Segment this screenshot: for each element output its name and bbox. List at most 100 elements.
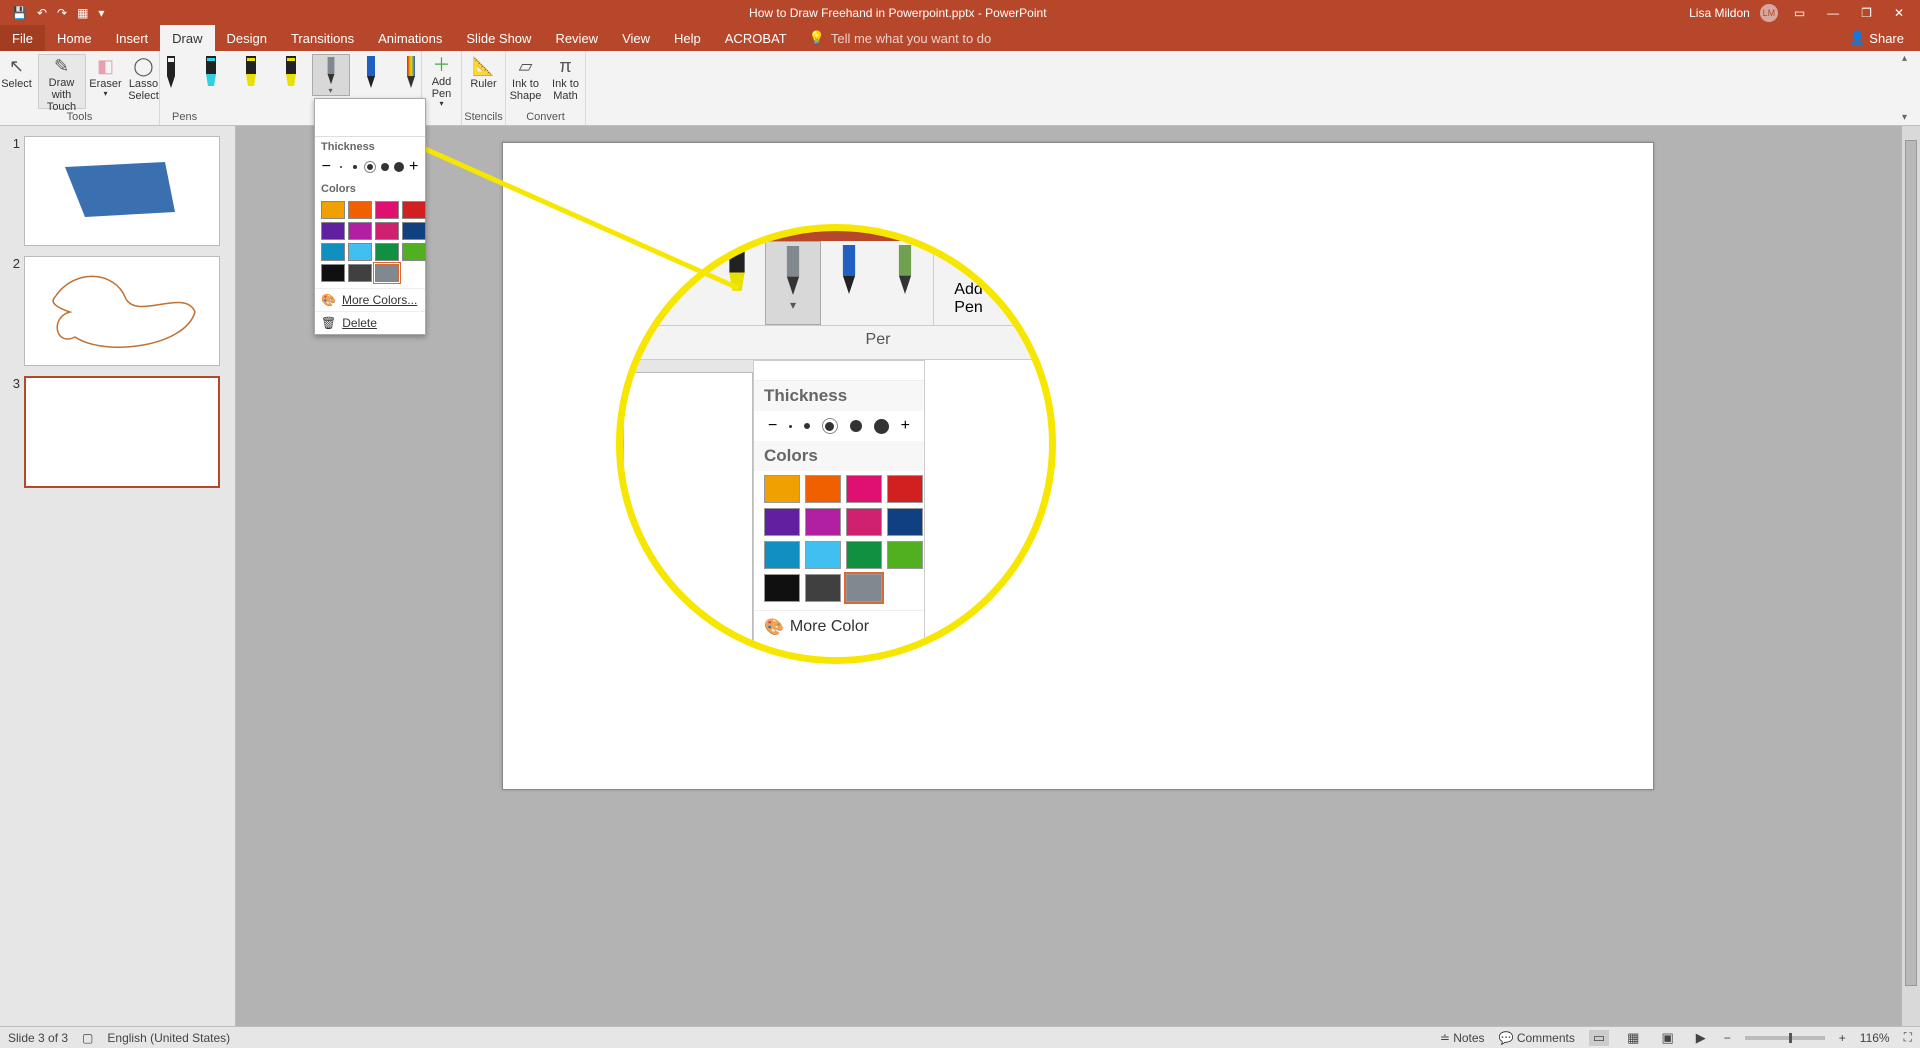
redo-icon[interactable]: ↷: [55, 4, 69, 22]
thickness-1[interactable]: [335, 161, 347, 173]
zoom-level[interactable]: 116%: [1860, 1031, 1890, 1045]
color-swatch[interactable]: [402, 201, 426, 219]
tab-home[interactable]: Home: [45, 25, 104, 51]
thumb-number: 3: [6, 376, 24, 488]
color-swatch[interactable]: [402, 243, 426, 261]
normal-view-icon[interactable]: ▭: [1589, 1030, 1609, 1046]
color-swatch[interactable]: [375, 222, 399, 240]
add-pen-label: Add Pen: [424, 76, 460, 100]
color-swatch[interactable]: [375, 243, 399, 261]
ribbon-collapse-down-icon[interactable]: ▾: [1902, 112, 1918, 123]
thickness-minus[interactable]: −: [320, 161, 332, 173]
color-swatch[interactable]: [402, 222, 426, 240]
color-swatch[interactable]: [348, 222, 372, 240]
color-swatch[interactable]: [348, 243, 372, 261]
eraser-button[interactable]: ◧ Eraser ▾: [88, 54, 124, 109]
ink-to-math-button[interactable]: π Ink to Math: [547, 54, 585, 109]
draw-with-touch-button[interactable]: ✎ Draw with Touch: [38, 54, 86, 109]
ribbon-collapse-up-icon[interactable]: ▴: [1902, 53, 1918, 64]
ink-math-icon: π: [559, 56, 571, 78]
ink-to-shape-button[interactable]: ▱ Ink to Shape: [507, 54, 545, 109]
highlighter-yellow-2[interactable]: [272, 54, 310, 96]
share-icon: 👤: [1849, 30, 1865, 46]
tab-insert[interactable]: Insert: [104, 25, 161, 51]
zoom-out-icon[interactable]: −: [1724, 1031, 1731, 1045]
mag-color-swatch: [887, 475, 923, 503]
tab-file[interactable]: File: [0, 25, 45, 51]
tab-slideshow[interactable]: Slide Show: [454, 25, 543, 51]
thickness-plus[interactable]: +: [408, 161, 420, 173]
mag-more-colors: More Color: [790, 618, 869, 636]
highlighter-yellow[interactable]: [232, 54, 270, 96]
share-button[interactable]: 👤 Share: [1849, 30, 1920, 46]
thickness-5[interactable]: [393, 161, 405, 173]
thickness-2[interactable]: [349, 161, 361, 173]
zoom-in-icon[interactable]: +: [1839, 1031, 1846, 1045]
ruler-icon: 📐: [472, 56, 494, 78]
tab-acrobat[interactable]: ACROBAT: [713, 25, 799, 51]
select-button[interactable]: ↖ Select: [0, 54, 36, 109]
notes-button[interactable]: ≐ Notes: [1440, 1031, 1485, 1045]
user-name[interactable]: Lisa Mildon: [1689, 6, 1750, 20]
color-swatch[interactable]: [375, 264, 399, 282]
minimize-icon[interactable]: —: [1821, 6, 1845, 20]
slide-thumb-2[interactable]: [24, 256, 220, 366]
slide-counter[interactable]: Slide 3 of 3: [8, 1031, 68, 1045]
tab-help[interactable]: Help: [662, 25, 713, 51]
tab-animations[interactable]: Animations: [366, 25, 454, 51]
user-avatar[interactable]: LM: [1760, 4, 1778, 22]
document-title: How to Draw Freehand in Powerpoint.pptx …: [106, 6, 1689, 20]
add-pen-button[interactable]: ＋ Add Pen ▾: [424, 54, 460, 109]
ribbon-display-icon[interactable]: ▭: [1788, 6, 1811, 20]
tab-transitions[interactable]: Transitions: [279, 25, 366, 51]
slide-thumbnail-panel[interactable]: 1 2 3: [0, 126, 236, 1026]
slide-thumb-1[interactable]: [24, 136, 220, 246]
color-swatch[interactable]: [321, 222, 345, 240]
pen-blue[interactable]: [352, 54, 390, 96]
comments-button[interactable]: 💬 Comments: [1499, 1031, 1575, 1045]
pen-grey[interactable]: ▾: [312, 54, 350, 96]
delete-pen-button[interactable]: 🗑 Delete: [315, 311, 425, 334]
highlighter-cyan[interactable]: [192, 54, 230, 96]
language-indicator[interactable]: English (United States): [107, 1031, 230, 1045]
pen-black[interactable]: [152, 54, 190, 96]
sorter-view-icon[interactable]: ▦: [1623, 1030, 1643, 1046]
tab-design[interactable]: Design: [215, 25, 279, 51]
close-icon[interactable]: ✕: [1888, 6, 1910, 20]
undo-icon[interactable]: ↶: [35, 4, 49, 22]
color-swatch[interactable]: [375, 201, 399, 219]
color-swatch[interactable]: [321, 243, 345, 261]
ruler-button[interactable]: 📐 Ruler: [464, 54, 504, 109]
qat-more-icon[interactable]: ▾: [96, 4, 106, 22]
mag-color-swatch: [764, 574, 800, 602]
tab-review[interactable]: Review: [543, 25, 610, 51]
thickness-3-selected[interactable]: [364, 161, 376, 173]
color-swatch[interactable]: [348, 201, 372, 219]
more-colors-button[interactable]: 🎨 More Colors...: [315, 288, 425, 311]
present-from-start-icon[interactable]: ▦: [75, 4, 90, 22]
tell-me-search[interactable]: 💡 Tell me what you want to do: [809, 30, 992, 46]
tab-view[interactable]: View: [610, 25, 662, 51]
popup-pen-preview: [315, 99, 425, 137]
mag-pen-grey: ▾: [765, 241, 821, 325]
slide-thumb-3[interactable]: [24, 376, 220, 488]
color-swatch[interactable]: [321, 201, 345, 219]
select-label: Select: [1, 78, 32, 90]
slideshow-view-icon[interactable]: ▶: [1692, 1030, 1710, 1046]
reading-view-icon[interactable]: ▣: [1657, 1030, 1677, 1046]
save-icon[interactable]: 💾: [10, 4, 29, 22]
chevron-down-icon[interactable]: ▾: [328, 86, 332, 95]
mag-color-swatch: [805, 475, 841, 503]
fit-to-window-icon[interactable]: ⛶: [1904, 1030, 1912, 1045]
restore-icon[interactable]: ❐: [1855, 6, 1878, 20]
ruler-label: Ruler: [470, 78, 496, 90]
eraser-icon: ◧: [97, 56, 114, 78]
color-swatch[interactable]: [321, 264, 345, 282]
tab-draw[interactable]: Draw: [160, 25, 214, 51]
color-swatch[interactable]: [348, 264, 372, 282]
accessibility-icon[interactable]: ▢: [82, 1031, 93, 1045]
vertical-scrollbar[interactable]: [1902, 126, 1920, 1026]
scrollbar-thumb[interactable]: [1905, 140, 1917, 986]
pens-group-label: Pens: [164, 109, 197, 125]
thickness-4[interactable]: [379, 161, 391, 173]
